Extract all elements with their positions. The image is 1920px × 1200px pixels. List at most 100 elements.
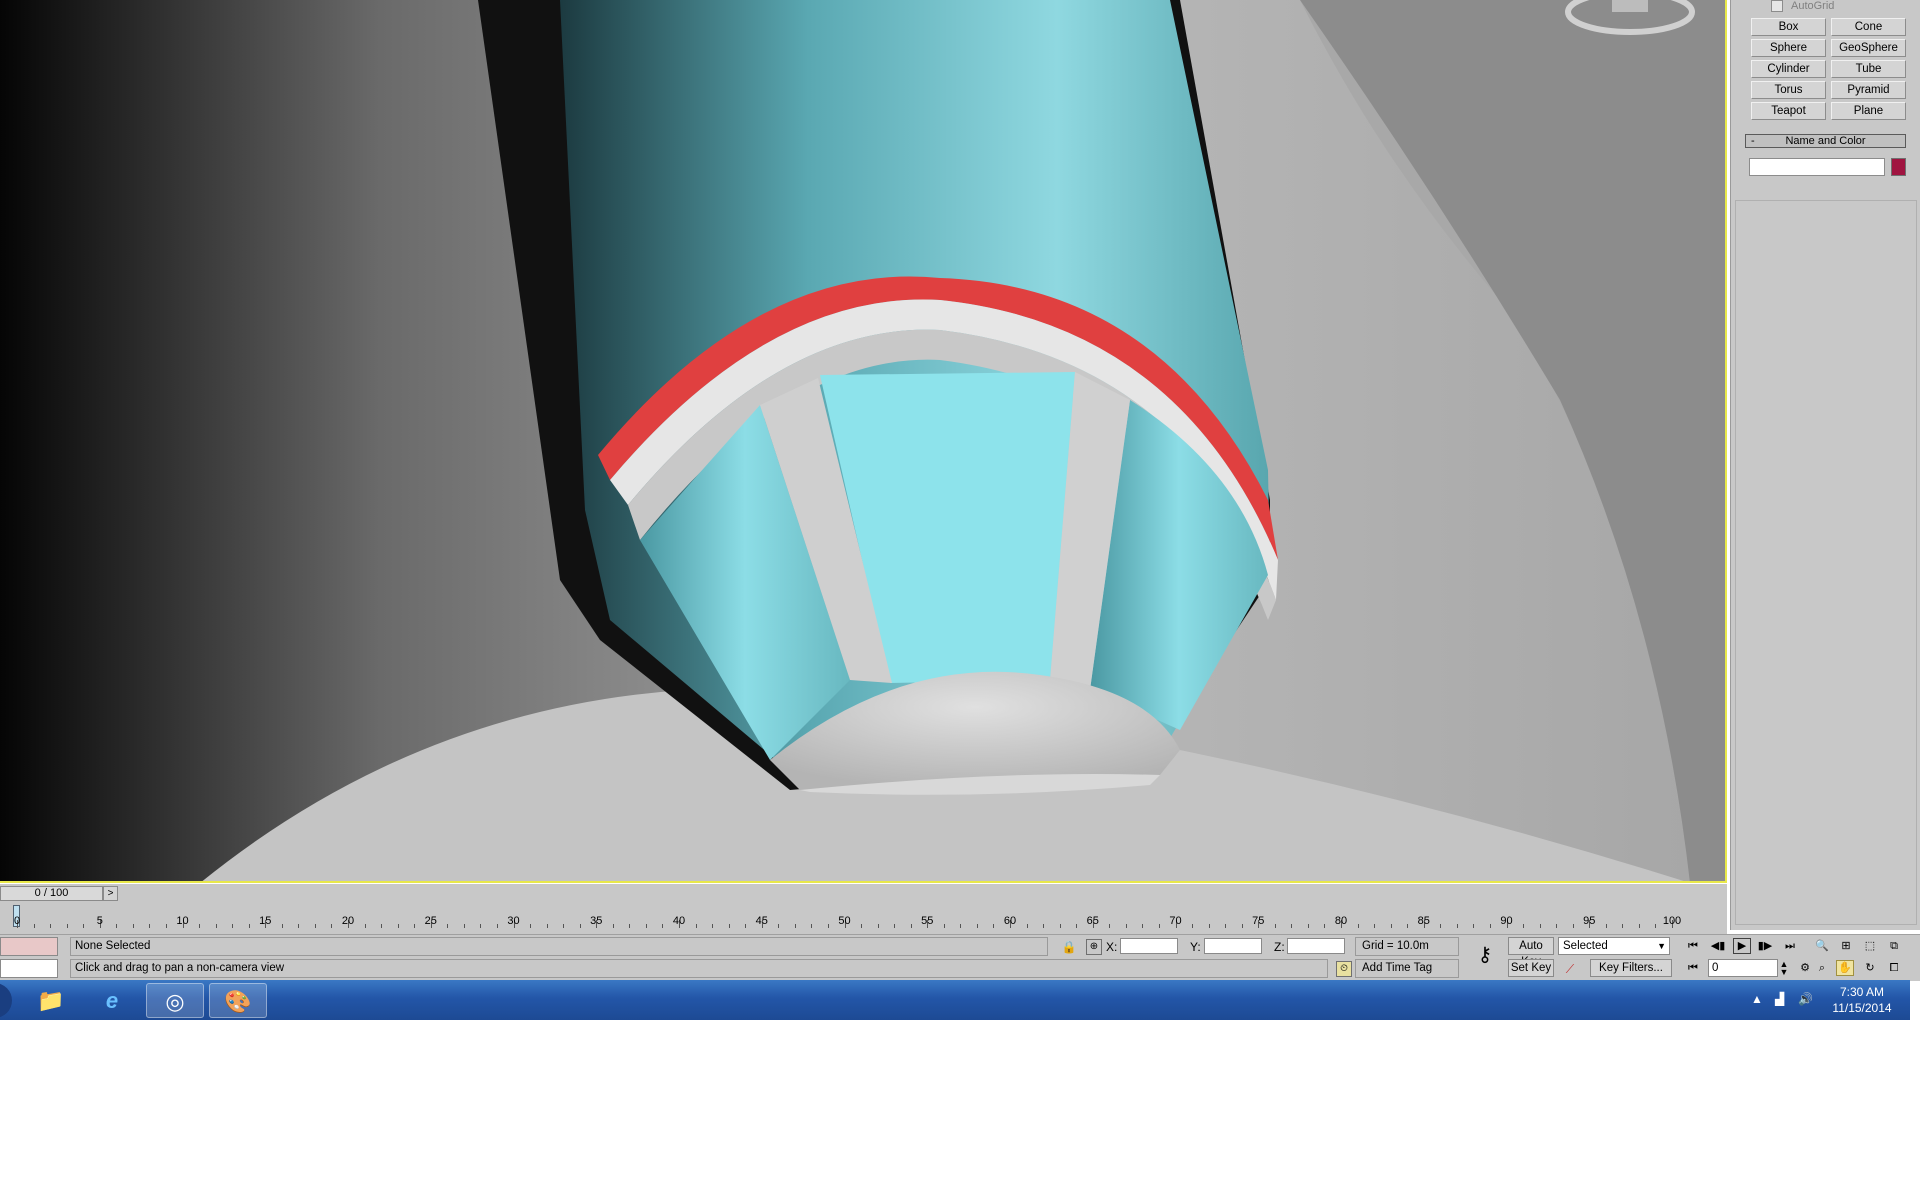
create-sphere-button[interactable]: Sphere xyxy=(1751,39,1826,57)
auto-key-button[interactable]: Auto Key xyxy=(1508,937,1554,968)
create-tube-button[interactable]: Tube xyxy=(1831,60,1906,78)
start-button[interactable] xyxy=(0,983,12,1018)
create-teapot-button[interactable]: Teapot xyxy=(1751,102,1826,120)
3ds-max-icon[interactable]: ◎ xyxy=(146,983,204,1018)
create-cylinder-button[interactable]: Cylinder xyxy=(1751,60,1826,78)
ruler-label: 90 xyxy=(1500,915,1513,927)
windows-taskbar: 📁 e ◎ 🎨 ▲ ▟ 🔊 7:30 AM 11/15/2014 xyxy=(0,980,1910,1020)
absolute-mode-transform-icon[interactable]: ⊕ xyxy=(1086,939,1102,955)
next-frame-icon[interactable]: ▮▶ xyxy=(1755,938,1775,954)
ruler-tick xyxy=(1059,924,1061,928)
ruler-tick xyxy=(1241,924,1243,928)
create-plane-button[interactable]: Plane xyxy=(1831,102,1906,120)
add-time-tag-button[interactable]: Add Time Tag xyxy=(1355,959,1459,978)
zoom-all-icon[interactable]: ⊞ xyxy=(1836,938,1856,954)
frame-spinner-icon[interactable]: ▲ ▼ xyxy=(1778,960,1790,977)
ruler-label: 60 xyxy=(1003,915,1017,927)
internet-explorer-icon[interactable]: e xyxy=(83,983,141,1018)
zoom-icon[interactable]: 🔍 xyxy=(1812,938,1832,954)
ruler-tick xyxy=(745,924,747,928)
ruler-tick xyxy=(993,924,995,928)
ruler-tick xyxy=(1225,924,1227,928)
ruler-tick xyxy=(695,924,697,928)
object-name-field[interactable] xyxy=(1749,158,1885,176)
name-and-color-rollout[interactable]: - Name and Color xyxy=(1745,134,1906,148)
ruler-tick xyxy=(1142,924,1144,928)
volume-icon[interactable]: 🔊 xyxy=(1798,992,1813,1006)
ruler-label: 95 xyxy=(1583,915,1596,927)
taskbar-clock[interactable]: 7:30 AM 11/15/2014 xyxy=(1822,984,1902,1016)
file-explorer-icon[interactable]: 📁 xyxy=(22,983,80,1018)
ruler-label: 75 xyxy=(1252,915,1265,927)
ruler-tick xyxy=(579,924,581,928)
command-panel: AutoGrid Box Cone Sphere GeoSphere Cylin… xyxy=(1730,0,1920,930)
network-icon[interactable]: ▟ xyxy=(1775,992,1784,1006)
ruler-label: 100 xyxy=(1662,915,1682,927)
ruler-tick xyxy=(1407,924,1409,928)
create-box-button[interactable]: Box xyxy=(1751,18,1826,36)
y-coordinate-label: Y: xyxy=(1190,940,1201,954)
z-coordinate-field[interactable] xyxy=(1287,938,1345,954)
default-tangent-icon[interactable]: ⟋ xyxy=(1562,961,1578,977)
current-frame-field[interactable]: 0 xyxy=(1708,959,1778,977)
ruler-tick xyxy=(877,924,879,928)
show-hidden-icons-icon[interactable]: ▲ xyxy=(1751,992,1763,1006)
key-filters-button[interactable]: Key Filters... xyxy=(1590,959,1672,977)
status-bar: None Selected Click and drag to pan a no… xyxy=(0,934,1920,981)
create-geosphere-button[interactable]: GeoSphere xyxy=(1831,39,1906,57)
chevron-down-icon: ▼ xyxy=(1657,941,1666,951)
set-keys-key-icon[interactable]: ⚷ xyxy=(1470,945,1500,965)
ruler-tick xyxy=(612,924,614,928)
y-coordinate-field[interactable] xyxy=(1204,938,1262,954)
autogrid-check-icon[interactable] xyxy=(1771,0,1783,13)
zoom-extents-all-icon[interactable]: ⧉ xyxy=(1884,938,1904,954)
perspective-viewport[interactable] xyxy=(0,0,1727,883)
maxscript-listener-top[interactable] xyxy=(0,937,58,956)
ruler-tick xyxy=(1456,924,1458,928)
orbit-icon[interactable]: ↻ xyxy=(1860,960,1880,976)
viewport-render xyxy=(0,0,1727,883)
create-cone-button[interactable]: Cone xyxy=(1831,18,1906,36)
paint-icon[interactable]: 🎨 xyxy=(209,983,267,1018)
ruler-tick xyxy=(811,924,813,928)
create-pyramid-button[interactable]: Pyramid xyxy=(1831,81,1906,99)
ruler-tick xyxy=(480,924,482,928)
play-icon[interactable]: ▶ xyxy=(1733,938,1751,954)
create-torus-button[interactable]: Torus xyxy=(1751,81,1826,99)
zoom-extents-icon[interactable]: ⬚ xyxy=(1860,938,1880,954)
command-panel-empty-area xyxy=(1735,200,1917,925)
ruler-tick xyxy=(66,924,68,928)
go-to-start-icon[interactable]: ⏮ xyxy=(1683,938,1703,954)
ruler-label: 30 xyxy=(507,915,520,927)
clock-date: 11/15/2014 xyxy=(1832,1001,1892,1015)
ruler-label: 10 xyxy=(176,915,189,927)
ruler-label: 0 xyxy=(13,915,21,927)
grid-spacing-display: Grid = 10.0m xyxy=(1355,937,1459,956)
time-slider[interactable]: 0 / 100 > xyxy=(0,884,1727,904)
set-key-button[interactable]: Set Key xyxy=(1508,959,1554,977)
previous-frame-icon[interactable]: ◀▮ xyxy=(1708,938,1728,954)
rollout-collapse-icon[interactable]: - xyxy=(1751,135,1755,147)
ruler-tick xyxy=(563,924,565,928)
ruler-tick xyxy=(1158,924,1160,928)
ruler-tick xyxy=(1390,924,1392,928)
ruler-tick xyxy=(381,924,383,928)
key-selection-set-dropdown[interactable]: Selected ▼ xyxy=(1558,937,1670,955)
object-color-swatch[interactable] xyxy=(1891,158,1906,176)
ruler-tick xyxy=(861,924,863,928)
time-tag-icon[interactable]: ⏲ xyxy=(1336,961,1352,977)
ruler-tick xyxy=(910,924,912,928)
go-to-end-icon[interactable]: ⏭ xyxy=(1780,938,1800,954)
time-slider-thumb[interactable]: 0 / 100 xyxy=(0,886,103,901)
ruler-tick xyxy=(331,924,333,928)
maximize-viewport-icon[interactable]: ⧠ xyxy=(1884,960,1904,976)
selection-lock-icon[interactable]: 🔒 xyxy=(1061,939,1077,955)
field-of-view-icon[interactable]: ⌕ xyxy=(1812,960,1832,976)
next-frame-arrow-icon[interactable]: > xyxy=(103,886,118,901)
pan-view-hand-icon[interactable]: ✋ xyxy=(1836,960,1854,976)
track-bar[interactable]: 0 5 10 15 20 25 30 35 40 45 50 55 60 65 70 75 80 85 90 95 10… xyxy=(0,904,1727,934)
autogrid-checkbox[interactable]: AutoGrid xyxy=(1771,0,1834,13)
maxscript-listener-bottom[interactable] xyxy=(0,959,58,978)
x-coordinate-field[interactable] xyxy=(1120,938,1178,954)
key-mode-toggle-icon[interactable]: ⏮ xyxy=(1683,960,1703,976)
